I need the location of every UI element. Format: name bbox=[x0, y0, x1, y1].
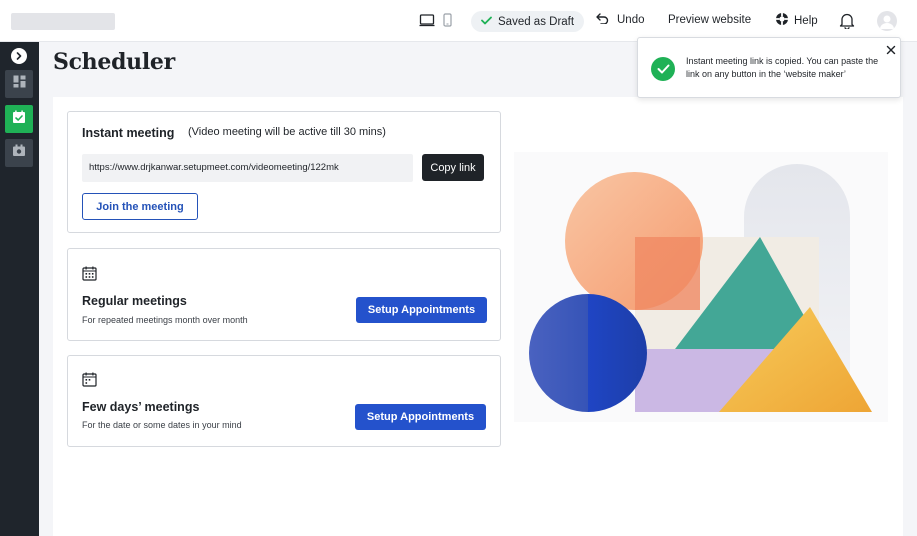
few-days-meetings-card: Few days’ meetings For the date or some … bbox=[67, 355, 501, 447]
undo-icon bbox=[596, 13, 609, 27]
few-days-meetings-description: For the date or some dates in your mind bbox=[82, 420, 242, 430]
regular-meetings-description: For repeated meetings month over month bbox=[82, 315, 248, 325]
calendar-check-icon bbox=[12, 110, 26, 129]
help-button[interactable]: Help bbox=[775, 12, 818, 29]
undo-button[interactable]: Undo bbox=[596, 13, 645, 27]
regular-meetings-title: Regular meetings bbox=[82, 294, 187, 308]
top-bar: Saved as Draft Undo Preview website Help bbox=[0, 0, 917, 42]
sidebar-expand-button[interactable] bbox=[11, 48, 27, 64]
few-days-meetings-title: Few days’ meetings bbox=[82, 400, 200, 414]
device-toggle bbox=[419, 13, 452, 32]
saved-status-badge: Saved as Draft bbox=[471, 11, 585, 32]
chevron-right-icon bbox=[15, 47, 23, 65]
saved-label: Saved as Draft bbox=[498, 15, 575, 28]
sidebar-item-dashboard[interactable] bbox=[5, 70, 33, 98]
lifebuoy-icon bbox=[775, 12, 789, 29]
sidebar-item-camera[interactable] bbox=[5, 139, 33, 167]
page-title: Scheduler bbox=[53, 49, 175, 75]
regular-meetings-card: Regular meetings For repeated meetings m… bbox=[67, 248, 501, 341]
toast-message: Instant meeting link is copied. You can … bbox=[686, 56, 879, 79]
setup-regular-appointments-button[interactable]: Setup Appointments bbox=[356, 297, 487, 323]
user-avatar-icon[interactable] bbox=[877, 11, 897, 31]
preview-website-link[interactable]: Preview website bbox=[668, 14, 751, 26]
success-check-icon bbox=[651, 57, 675, 81]
instant-meeting-title: Instant meeting bbox=[82, 126, 175, 140]
join-meeting-button[interactable]: Join the meeting bbox=[82, 193, 198, 220]
sidebar-item-scheduler[interactable] bbox=[5, 105, 33, 133]
scheduler-illustration bbox=[514, 152, 888, 422]
sidebar bbox=[0, 42, 39, 536]
link-copied-toast: Instant meeting link is copied. You can … bbox=[637, 37, 901, 98]
desktop-icon[interactable] bbox=[419, 13, 435, 32]
undo-label: Undo bbox=[617, 14, 645, 26]
instant-meeting-subtitle: (Video meeting will be active till 30 mi… bbox=[188, 126, 386, 138]
help-label: Help bbox=[794, 14, 818, 27]
check-icon bbox=[481, 16, 492, 28]
close-icon[interactable] bbox=[886, 42, 896, 55]
mobile-icon[interactable] bbox=[443, 13, 452, 32]
dashboard-icon bbox=[13, 75, 26, 93]
meeting-link-field[interactable]: https://www.drjkanwar.setupmeet.com/vide… bbox=[82, 154, 413, 182]
setup-few-days-appointments-button[interactable]: Setup Appointments bbox=[355, 404, 486, 430]
copy-link-button[interactable]: Copy link bbox=[422, 154, 484, 181]
camera-icon bbox=[12, 144, 26, 162]
calendar-grid-icon bbox=[82, 266, 97, 286]
instant-meeting-card: Instant meeting (Video meeting will be a… bbox=[67, 111, 501, 233]
bell-icon[interactable] bbox=[839, 12, 855, 34]
calendar-dates-icon bbox=[82, 372, 97, 392]
logo-placeholder bbox=[11, 13, 115, 30]
